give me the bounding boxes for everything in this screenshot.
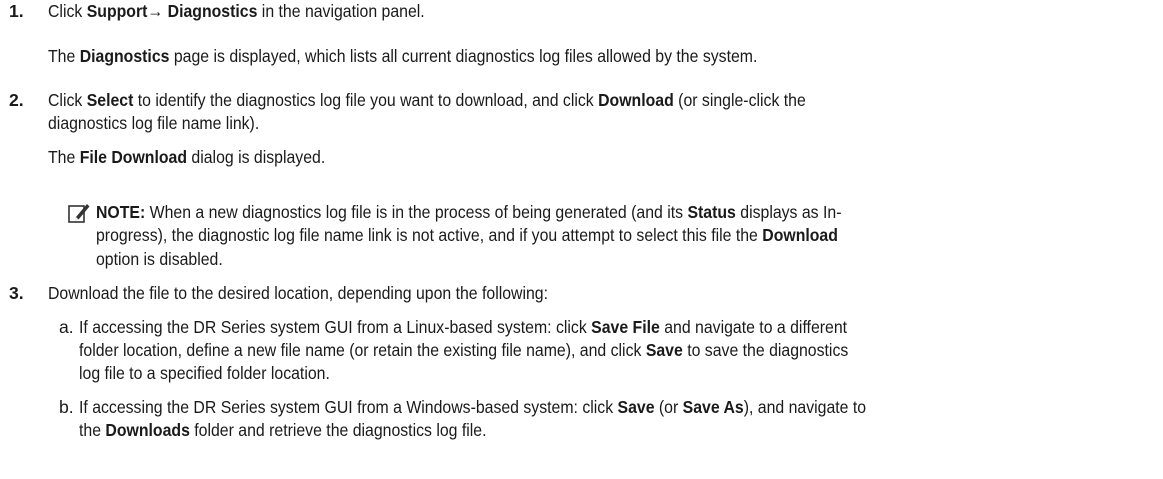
note-line-3: option is disabled. <box>96 249 223 269</box>
step-3-text: Download the file to the desired locatio… <box>48 283 549 303</box>
step-2-text-line-2: diagnostics log file name link). <box>48 113 260 133</box>
note-line-1: NOTE: When a new diagnostics log file is… <box>96 202 842 222</box>
step-2-text-line-1: Click Select to identify the diagnostics… <box>48 90 806 110</box>
substep-a-line-1: If accessing the DR Series system GUI fr… <box>79 317 848 337</box>
step-1-text: Click Support→ Diagnostics in the naviga… <box>48 1 425 21</box>
step-number-2: 2. <box>9 90 24 110</box>
substep-a-line-3: log file to a specified folder location. <box>79 363 330 383</box>
note-pencil-icon <box>68 204 90 223</box>
substep-letter-b: b. <box>59 397 74 417</box>
substep-a-line-2: folder location, define a new file name … <box>79 340 849 360</box>
note-line-2: progress), the diagnostic log file name … <box>96 225 838 245</box>
step-number-3: 3. <box>9 283 24 303</box>
substep-letter-a: a. <box>59 317 74 337</box>
step-1-result: The Diagnostics page is displayed, which… <box>48 46 758 66</box>
substep-b-line-1: If accessing the DR Series system GUI fr… <box>79 397 867 417</box>
step-2-result: The File Download dialog is displayed. <box>48 147 326 167</box>
procedure-document: 1. Click Support→ Diagnostics in the nav… <box>0 0 1163 479</box>
step-number-1: 1. <box>9 1 24 21</box>
note-label: NOTE: <box>96 202 146 222</box>
substep-b-line-2: the Downloads folder and retrieve the di… <box>79 420 487 440</box>
